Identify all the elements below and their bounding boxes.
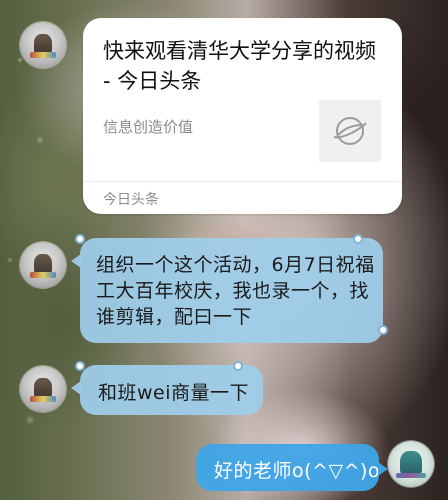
card-source: 今日头条 xyxy=(103,192,159,208)
shared-link-card[interactable]: 快来观看清华大学分享的视频 - 今日头条 信息创造价值 今日头条 xyxy=(83,18,402,214)
avatar-stripe xyxy=(30,52,56,58)
bubble-decoration xyxy=(378,325,388,335)
card-divider xyxy=(83,181,402,182)
bubble-decoration xyxy=(233,361,243,371)
bubble-decoration xyxy=(75,234,85,244)
avatar-stripe xyxy=(30,396,56,402)
sender-avatar[interactable] xyxy=(20,22,66,68)
card-thumbnail xyxy=(319,100,381,162)
message-text: 组织一个这个活动，6月7日祝福工大百年校庆，我也录一个，找谁剪辑，配曰一下 xyxy=(96,254,375,328)
message-text: 好的老师o(^▽^)o xyxy=(214,460,381,482)
message-bubble-incoming[interactable]: 和班wei商量一下 xyxy=(71,361,263,415)
avatar-stripe xyxy=(30,272,56,278)
bubble-decoration xyxy=(75,361,85,371)
sender-avatar[interactable] xyxy=(20,242,66,288)
card-title: 快来观看清华大学分享的视频 - 今日头条 xyxy=(103,39,376,93)
card-description: 信息创造价值 xyxy=(103,118,194,136)
avatar-stripe xyxy=(396,473,426,478)
message-bubble-outgoing[interactable]: 好的老师o(^▽^)o xyxy=(196,444,388,491)
sender-avatar[interactable] xyxy=(20,366,66,412)
message-text: 和班wei商量一下 xyxy=(98,382,250,404)
message-bubble-incoming[interactable]: 组织一个这个活动，6月7日祝福工大百年校庆，我也录一个，找谁剪辑，配曰一下 xyxy=(71,234,388,343)
self-avatar[interactable] xyxy=(388,441,434,487)
bubble-decoration xyxy=(353,234,363,244)
planet-icon xyxy=(333,117,367,145)
